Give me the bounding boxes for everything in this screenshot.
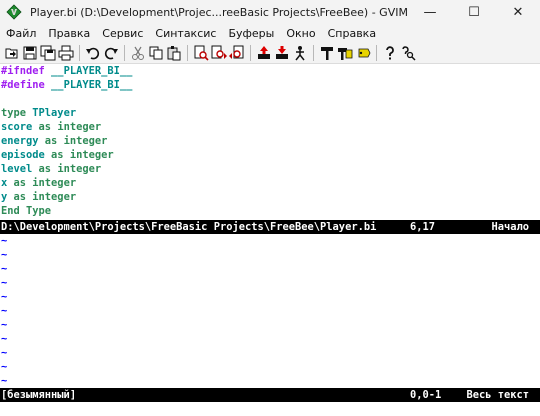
paste-icon[interactable] — [166, 45, 182, 61]
toolbar-separator — [187, 44, 188, 61]
menu-syntax[interactable]: Синтаксис — [149, 27, 222, 40]
code-line: score as integer — [0, 120, 540, 134]
maximize-button[interactable]: ☐ — [452, 0, 496, 24]
buffer-name: [безымянный] — [1, 389, 77, 401]
code-line: energy as integer — [0, 134, 540, 148]
minimize-button[interactable]: — — [408, 0, 452, 24]
find-next-icon[interactable] — [211, 45, 227, 61]
empty-line-marker: ~ — [1, 249, 8, 261]
menu-tools[interactable]: Сервис — [96, 27, 149, 40]
code-line: #ifndef __PLAYER_BI__ — [0, 64, 540, 78]
empty-line-marker: ~ — [1, 291, 8, 303]
find-help-icon[interactable] — [400, 45, 416, 61]
code-line: #define __PLAYER_BI__ — [0, 78, 540, 92]
toolbar-separator — [124, 44, 125, 61]
code-token: x — [1, 177, 14, 189]
code-token: TPlayer — [26, 107, 77, 119]
toolbar-separator — [313, 44, 314, 61]
code-token: as — [51, 149, 64, 161]
file-path: D:\Development\Projects\FreeBasic Projec… — [1, 221, 377, 233]
cursor-position: 6,17 — [410, 221, 436, 233]
code-token: integer — [26, 177, 77, 189]
title-bar: Player.bi (D:\Development\Projec...reeBa… — [0, 0, 540, 24]
code-token: __PLAYER_BI__ — [44, 65, 133, 77]
empty-line-marker: ~ — [1, 235, 8, 247]
toolbar-separator — [376, 44, 377, 61]
help-icon[interactable] — [382, 45, 398, 61]
empty-line-marker: ~ — [1, 277, 8, 289]
save-icon[interactable] — [22, 45, 38, 61]
code-line: y as integer — [0, 190, 540, 204]
menu-edit[interactable]: Правка — [42, 27, 96, 40]
cursor-position-bottom: 0,0-1 — [410, 389, 442, 401]
menu-help[interactable]: Справка — [322, 27, 382, 40]
code-token: End — [1, 205, 20, 217]
code-token: as — [13, 191, 27, 203]
menu-bar: Файл Правка Сервис Синтаксис Буферы Окно… — [0, 24, 540, 42]
code-token: integer — [26, 191, 77, 203]
code-token: episode — [1, 149, 52, 161]
open-file-icon[interactable] — [4, 45, 20, 61]
code-line: episode as integer — [0, 148, 540, 162]
status-line-bottom: [безымянный] 0,0-1 Весь текст — [0, 388, 540, 402]
code-token: y — [1, 191, 14, 203]
code-line: x as integer — [0, 176, 540, 190]
scroll-position-bottom: Весь текст — [466, 389, 529, 401]
code-token: #define — [1, 79, 45, 91]
empty-line-marker: ~ — [1, 305, 8, 317]
run-ctags-icon[interactable] — [337, 45, 353, 61]
print-icon[interactable] — [58, 45, 74, 61]
code-line: End Type — [0, 204, 540, 218]
copy-icon[interactable] — [148, 45, 164, 61]
save-session-icon[interactable] — [274, 45, 290, 61]
window-title: Player.bi (D:\Development\Projec...reeBa… — [30, 5, 408, 19]
gvim-logo-icon — [6, 4, 22, 20]
menu-window[interactable]: Окно — [280, 27, 321, 40]
menu-buffers[interactable]: Буферы — [222, 27, 280, 40]
load-session-icon[interactable] — [256, 45, 272, 61]
make-icon[interactable] — [319, 45, 335, 61]
code-token: integer — [57, 135, 108, 147]
code-token: as — [38, 163, 52, 175]
code-token: Type — [19, 205, 52, 217]
menu-file[interactable]: Файл — [0, 27, 42, 40]
empty-line-marker: ~ — [1, 375, 8, 387]
code-token: level — [1, 163, 39, 175]
code-token: score — [1, 121, 39, 133]
editor-pane[interactable]: #ifndef __PLAYER_BI__ #define __PLAYER_BI… — [0, 64, 540, 218]
code-token: integer — [51, 163, 102, 175]
save-all-icon[interactable] — [40, 45, 56, 61]
toolbar — [0, 42, 540, 64]
code-token: type — [1, 107, 27, 119]
status-line-top: D:\Development\Projects\FreeBasic Projec… — [0, 220, 540, 234]
toolbar-separator — [79, 44, 80, 61]
empty-line-marker: ~ — [1, 319, 8, 331]
code-line: type TPlayer — [0, 106, 540, 120]
code-token: energy — [1, 135, 45, 147]
scroll-position: Начало — [491, 221, 529, 233]
code-line: level as integer — [0, 162, 540, 176]
code-token: integer — [63, 149, 114, 161]
code-token: as — [13, 177, 27, 189]
find-prev-icon[interactable] — [229, 45, 245, 61]
cut-icon[interactable] — [130, 45, 146, 61]
code-token: as — [38, 121, 52, 133]
empty-line-marker: ~ — [1, 361, 8, 373]
jump-to-tag-icon[interactable] — [355, 45, 371, 61]
toolbar-separator — [250, 44, 251, 61]
undo-icon[interactable] — [85, 45, 101, 61]
code-token: __PLAYER_BI__ — [44, 79, 133, 91]
code-token: integer — [51, 121, 102, 133]
empty-line-marker: ~ — [1, 347, 8, 359]
find-replace-icon[interactable] — [193, 45, 209, 61]
empty-buffer-pane[interactable]: ~ ~ ~ ~ ~ ~ ~ ~ ~ ~ ~ — [0, 234, 540, 388]
code-token: #ifndef — [1, 65, 45, 77]
code-token: as — [44, 135, 58, 147]
redo-icon[interactable] — [103, 45, 119, 61]
empty-line-marker: ~ — [1, 263, 8, 275]
empty-line-marker: ~ — [1, 333, 8, 345]
close-button[interactable]: ✕ — [496, 0, 540, 24]
run-script-icon[interactable] — [292, 45, 308, 61]
